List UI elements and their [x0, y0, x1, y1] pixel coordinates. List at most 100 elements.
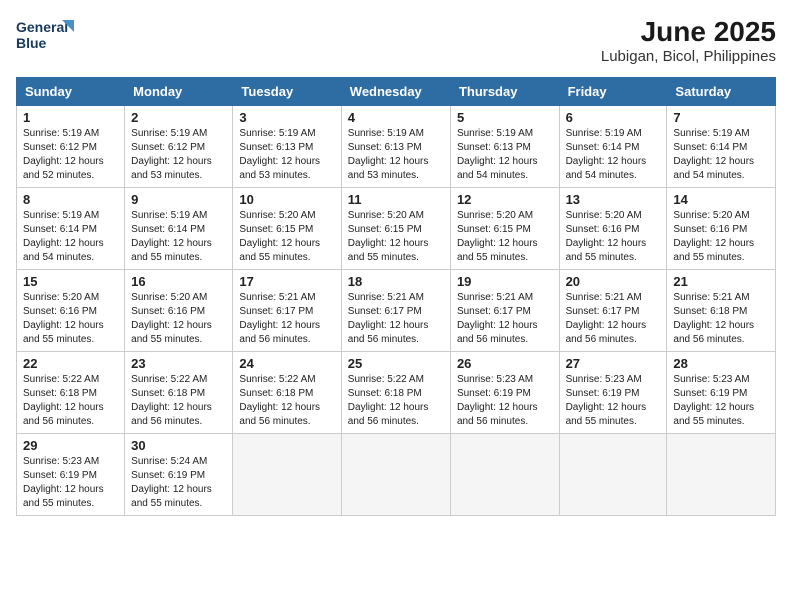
- calendar-cell: [559, 434, 667, 516]
- calendar-cell: 16 Sunrise: 5:20 AMSunset: 6:16 PMDayligh…: [125, 270, 233, 352]
- day-number: 13: [566, 192, 661, 207]
- calendar-cell: 7 Sunrise: 5:19 AMSunset: 6:14 PMDaylight…: [667, 106, 776, 188]
- day-info: Sunrise: 5:19 AMSunset: 6:14 PMDaylight:…: [23, 209, 118, 265]
- day-info: Sunrise: 5:20 AMSunset: 6:16 PMDaylight:…: [673, 209, 769, 265]
- day-info: Sunrise: 5:20 AMSunset: 6:15 PMDaylight:…: [239, 209, 334, 265]
- day-info: Sunrise: 5:24 AMSunset: 6:19 PMDaylight:…: [131, 455, 226, 511]
- day-info: Sunrise: 5:23 AMSunset: 6:19 PMDaylight:…: [457, 373, 553, 429]
- day-info: Sunrise: 5:19 AMSunset: 6:14 PMDaylight:…: [673, 127, 769, 183]
- calendar-cell: [667, 434, 776, 516]
- day-info: Sunrise: 5:23 AMSunset: 6:19 PMDaylight:…: [566, 373, 661, 429]
- calendar-cell: [341, 434, 450, 516]
- calendar-week-1: 1 Sunrise: 5:19 AMSunset: 6:12 PMDaylight…: [17, 106, 776, 188]
- day-info: Sunrise: 5:20 AMSunset: 6:16 PMDaylight:…: [23, 291, 118, 347]
- logo: General Blue: [16, 16, 76, 60]
- calendar-cell: 2 Sunrise: 5:19 AMSunset: 6:12 PMDaylight…: [125, 106, 233, 188]
- calendar-cell: 4 Sunrise: 5:19 AMSunset: 6:13 PMDaylight…: [341, 106, 450, 188]
- weekday-saturday: Saturday: [667, 78, 776, 106]
- day-number: 15: [23, 274, 118, 289]
- calendar-cell: 21Sunrise: 5:21 AMSunset: 6:18 PMDayligh…: [667, 270, 776, 352]
- calendar-cell: 18Sunrise: 5:21 AMSunset: 6:17 PMDayligh…: [341, 270, 450, 352]
- day-info: Sunrise: 5:21 AMSunset: 6:17 PMDaylight:…: [239, 291, 334, 347]
- day-info: Sunrise: 5:20 AMSunset: 6:16 PMDaylight:…: [131, 291, 226, 347]
- weekday-thursday: Thursday: [450, 78, 559, 106]
- page-header: General Blue June 2025 Lubigan, Bicol, P…: [16, 16, 776, 65]
- day-info: Sunrise: 5:19 AMSunset: 6:13 PMDaylight:…: [457, 127, 553, 183]
- weekday-friday: Friday: [559, 78, 667, 106]
- weekday-header-row: SundayMondayTuesdayWednesdayThursdayFrid…: [17, 78, 776, 106]
- month-title: June 2025: [601, 16, 776, 48]
- calendar-cell: 27 Sunrise: 5:23 AMSunset: 6:19 PMDayligh…: [559, 352, 667, 434]
- calendar-cell: 20Sunrise: 5:21 AMSunset: 6:17 PMDayligh…: [559, 270, 667, 352]
- day-number: 9: [131, 192, 226, 207]
- calendar-cell: 8 Sunrise: 5:19 AMSunset: 6:14 PMDaylight…: [17, 188, 125, 270]
- calendar-week-3: 15 Sunrise: 5:20 AMSunset: 6:16 PMDayligh…: [17, 270, 776, 352]
- calendar-cell: 22 Sunrise: 5:22 AMSunset: 6:18 PMDayligh…: [17, 352, 125, 434]
- calendar-cell: 14Sunrise: 5:20 AMSunset: 6:16 PMDayligh…: [667, 188, 776, 270]
- calendar-cell: 25 Sunrise: 5:22 AMSunset: 6:18 PMDayligh…: [341, 352, 450, 434]
- day-info: Sunrise: 5:19 AMSunset: 6:12 PMDaylight:…: [131, 127, 226, 183]
- day-number: 4: [348, 110, 444, 125]
- day-info: Sunrise: 5:20 AMSunset: 6:15 PMDaylight:…: [348, 209, 444, 265]
- calendar: SundayMondayTuesdayWednesdayThursdayFrid…: [16, 77, 776, 516]
- calendar-cell: 5 Sunrise: 5:19 AMSunset: 6:13 PMDaylight…: [450, 106, 559, 188]
- calendar-cell: 6 Sunrise: 5:19 AMSunset: 6:14 PMDaylight…: [559, 106, 667, 188]
- day-number: 23: [131, 356, 226, 371]
- calendar-cell: [233, 434, 341, 516]
- day-info: Sunrise: 5:23 AMSunset: 6:19 PMDaylight:…: [23, 455, 118, 511]
- day-number: 17: [239, 274, 334, 289]
- day-number: 7: [673, 110, 769, 125]
- day-info: Sunrise: 5:22 AMSunset: 6:18 PMDaylight:…: [348, 373, 444, 429]
- day-number: 6: [566, 110, 661, 125]
- day-number: 29: [23, 438, 118, 453]
- calendar-cell: 10Sunrise: 5:20 AMSunset: 6:15 PMDayligh…: [233, 188, 341, 270]
- day-number: 25: [348, 356, 444, 371]
- calendar-cell: 19Sunrise: 5:21 AMSunset: 6:17 PMDayligh…: [450, 270, 559, 352]
- day-info: Sunrise: 5:21 AMSunset: 6:17 PMDaylight:…: [566, 291, 661, 347]
- weekday-monday: Monday: [125, 78, 233, 106]
- day-number: 27: [566, 356, 661, 371]
- calendar-cell: 13 Sunrise: 5:20 AMSunset: 6:16 PMDayligh…: [559, 188, 667, 270]
- calendar-cell: 26Sunrise: 5:23 AMSunset: 6:19 PMDayligh…: [450, 352, 559, 434]
- calendar-cell: 23Sunrise: 5:22 AMSunset: 6:18 PMDayligh…: [125, 352, 233, 434]
- day-info: Sunrise: 5:19 AMSunset: 6:14 PMDaylight:…: [131, 209, 226, 265]
- title-block: June 2025 Lubigan, Bicol, Philippines: [601, 16, 776, 65]
- day-number: 30: [131, 438, 226, 453]
- day-number: 8: [23, 192, 118, 207]
- day-number: 28: [673, 356, 769, 371]
- calendar-cell: 1Sunrise: 5:19 AMSunset: 6:12 PMDaylight…: [17, 106, 125, 188]
- day-number: 18: [348, 274, 444, 289]
- svg-text:Blue: Blue: [16, 35, 47, 51]
- calendar-week-5: 29 Sunrise: 5:23 AMSunset: 6:19 PMDayligh…: [17, 434, 776, 516]
- calendar-cell: 3 Sunrise: 5:19 AMSunset: 6:13 PMDaylight…: [233, 106, 341, 188]
- weekday-tuesday: Tuesday: [233, 78, 341, 106]
- svg-text:General: General: [16, 19, 68, 35]
- calendar-cell: [450, 434, 559, 516]
- calendar-week-4: 22 Sunrise: 5:22 AMSunset: 6:18 PMDayligh…: [17, 352, 776, 434]
- day-number: 2: [131, 110, 226, 125]
- day-info: Sunrise: 5:19 AMSunset: 6:14 PMDaylight:…: [566, 127, 661, 183]
- calendar-cell: 11 Sunrise: 5:20 AMSunset: 6:15 PMDayligh…: [341, 188, 450, 270]
- weekday-sunday: Sunday: [17, 78, 125, 106]
- weekday-wednesday: Wednesday: [341, 78, 450, 106]
- day-number: 12: [457, 192, 553, 207]
- day-info: Sunrise: 5:20 AMSunset: 6:16 PMDaylight:…: [566, 209, 661, 265]
- day-number: 22: [23, 356, 118, 371]
- location-title: Lubigan, Bicol, Philippines: [601, 48, 776, 65]
- day-number: 3: [239, 110, 334, 125]
- calendar-cell: 9 Sunrise: 5:19 AMSunset: 6:14 PMDaylight…: [125, 188, 233, 270]
- day-number: 1: [23, 110, 118, 125]
- calendar-cell: 30 Sunrise: 5:24 AMSunset: 6:19 PMDayligh…: [125, 434, 233, 516]
- day-number: 11: [348, 192, 444, 207]
- calendar-cell: 24Sunrise: 5:22 AMSunset: 6:18 PMDayligh…: [233, 352, 341, 434]
- day-info: Sunrise: 5:19 AMSunset: 6:13 PMDaylight:…: [348, 127, 444, 183]
- calendar-cell: 15 Sunrise: 5:20 AMSunset: 6:16 PMDayligh…: [17, 270, 125, 352]
- day-number: 16: [131, 274, 226, 289]
- day-info: Sunrise: 5:19 AMSunset: 6:13 PMDaylight:…: [239, 127, 334, 183]
- logo-svg: General Blue: [16, 16, 76, 60]
- day-number: 24: [239, 356, 334, 371]
- day-number: 5: [457, 110, 553, 125]
- day-info: Sunrise: 5:21 AMSunset: 6:18 PMDaylight:…: [673, 291, 769, 347]
- day-info: Sunrise: 5:22 AMSunset: 6:18 PMDaylight:…: [23, 373, 118, 429]
- day-info: Sunrise: 5:21 AMSunset: 6:17 PMDaylight:…: [457, 291, 553, 347]
